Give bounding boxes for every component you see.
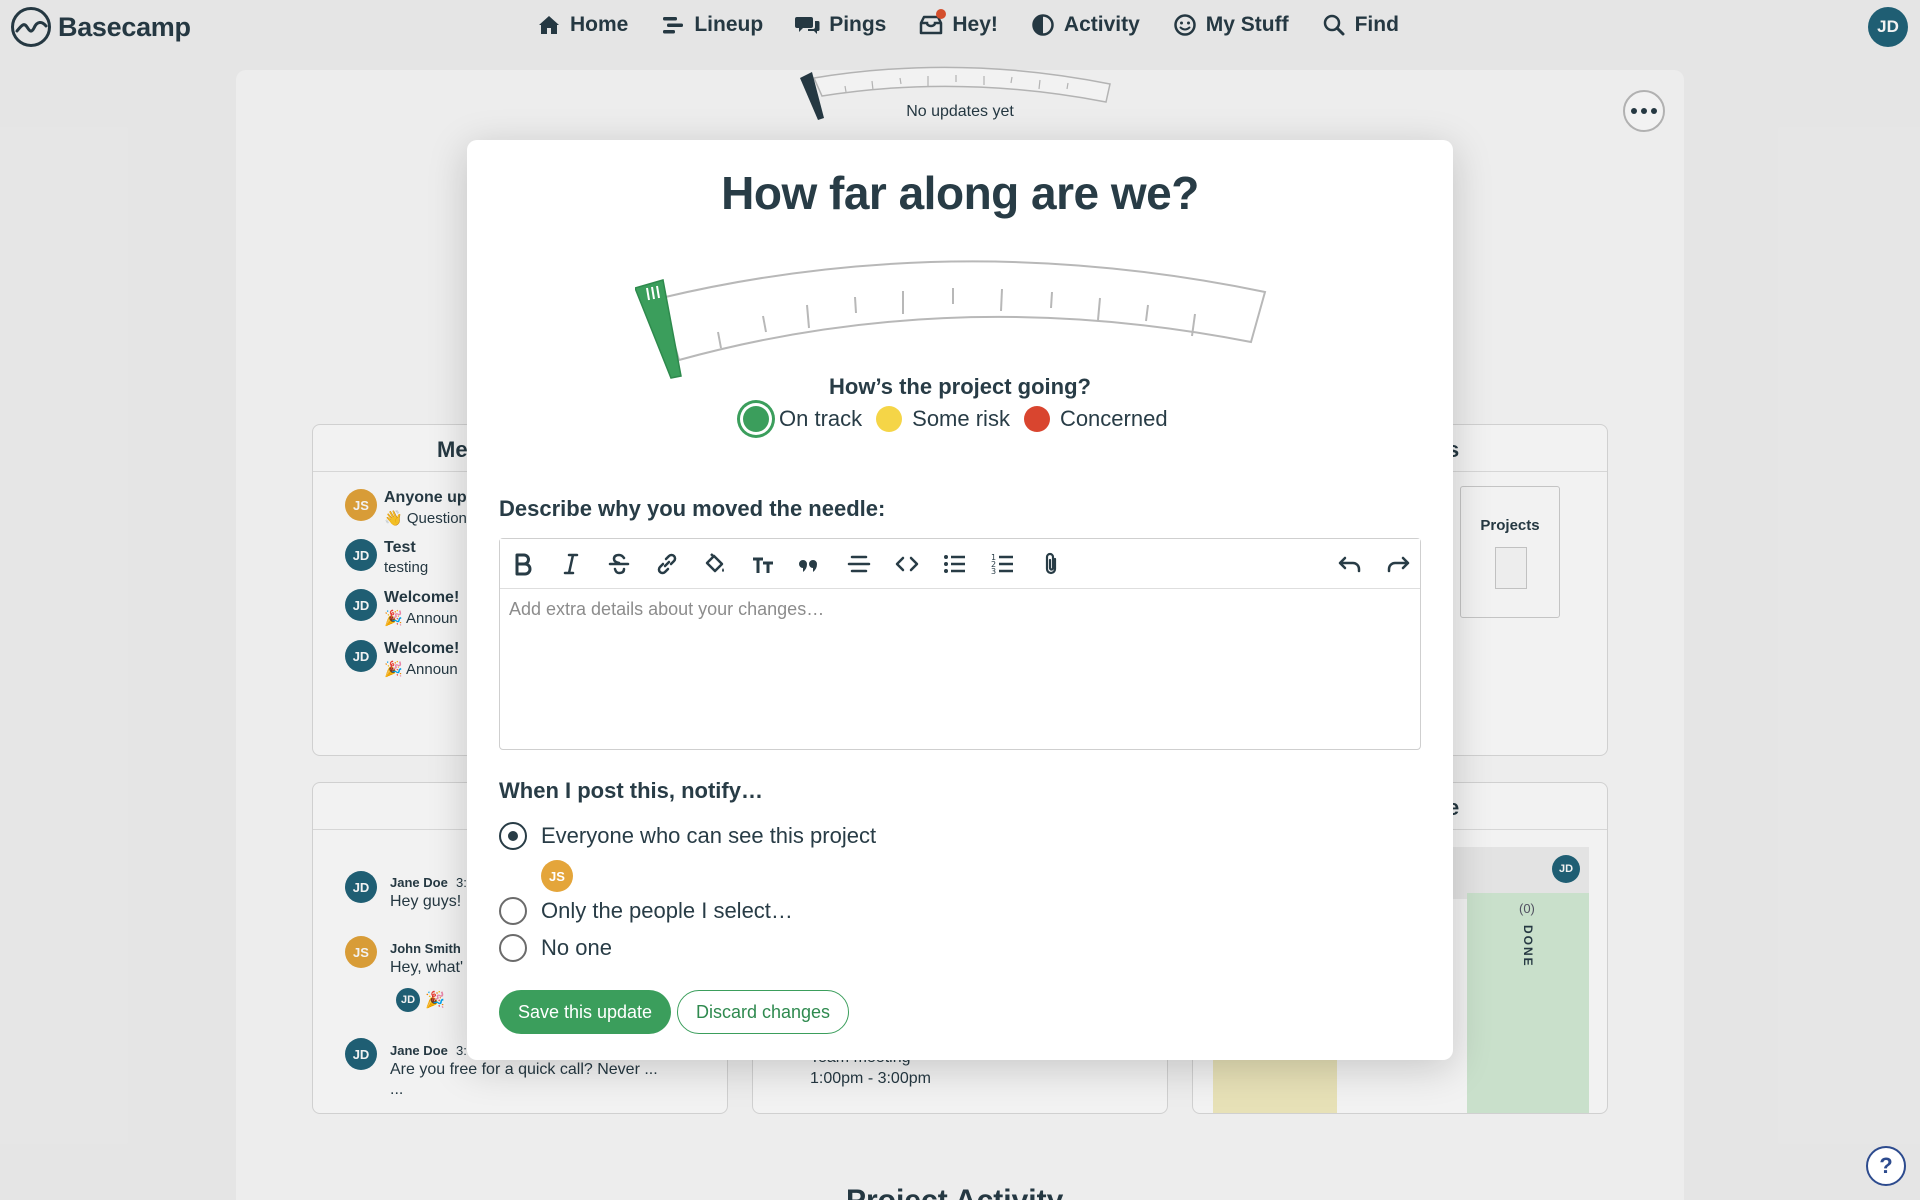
progress-update-dialog: How far along are we? How’s the project …	[467, 140, 1453, 1060]
status-dot-green	[743, 406, 769, 432]
dialog-title: How far along are we?	[721, 167, 1199, 219]
strikethrough-icon	[608, 553, 630, 575]
hill-meter[interactable]	[635, 248, 1285, 388]
discard-changes-button[interactable]: Discard changes	[677, 990, 849, 1034]
notified-person-avatar: JS	[541, 860, 573, 892]
notify-no-one-option[interactable]: No one	[499, 934, 612, 962]
quote-icon	[799, 560, 817, 572]
status-on-track[interactable]: On track	[743, 406, 862, 432]
save-update-button[interactable]: Save this update	[499, 990, 671, 1034]
undo-button[interactable]	[1335, 549, 1365, 579]
link-icon	[657, 553, 677, 575]
bullet-list-icon	[944, 555, 965, 573]
link-button[interactable]	[652, 549, 682, 579]
status-concerned[interactable]: Concerned	[1023, 406, 1168, 432]
bullet-list-button[interactable]	[940, 549, 970, 579]
code-icon	[895, 556, 919, 572]
divider-button[interactable]	[844, 549, 874, 579]
redo-icon	[1387, 556, 1410, 573]
status-some-risk[interactable]: Some risk	[876, 406, 1010, 432]
redo-button[interactable]	[1383, 549, 1413, 579]
italic-button[interactable]	[556, 549, 586, 579]
bold-icon	[515, 553, 532, 576]
rich-text-editor: 123	[499, 538, 1421, 750]
notify-selected-option[interactable]: Only the people I select…	[499, 897, 793, 925]
numbered-list-icon: 123	[991, 553, 1013, 576]
quote-button[interactable]	[796, 549, 826, 579]
status-label: Concerned	[1059, 406, 1168, 431]
italic-icon	[563, 553, 579, 575]
editor-toolbar: 123	[500, 539, 1420, 589]
help-button[interactable]: ?	[1866, 1146, 1906, 1186]
attach-file-button[interactable]	[1036, 549, 1066, 579]
radio-selected-people[interactable]	[499, 897, 527, 925]
highlight-icon	[705, 553, 724, 573]
notify-label: When I post this, notify…	[499, 778, 763, 803]
notify-everyone-option[interactable]: Everyone who can see this project	[499, 822, 876, 850]
radio-no-one[interactable]	[499, 934, 527, 962]
text-size-button[interactable]	[748, 549, 778, 579]
divider-icon	[847, 555, 871, 573]
notify-option-label: Only the people I select…	[541, 898, 793, 923]
radio-everyone[interactable]	[499, 822, 527, 850]
highlight-button[interactable]	[700, 549, 730, 579]
details-textarea[interactable]	[500, 589, 1420, 749]
numbered-list-button[interactable]: 123	[988, 549, 1018, 579]
svg-text:3: 3	[991, 567, 996, 576]
status-dot-yellow	[876, 406, 903, 432]
describe-label: Describe why you moved the needle:	[499, 496, 886, 521]
attachment-icon	[1045, 552, 1057, 575]
text-size-icon	[753, 557, 773, 573]
strikethrough-button[interactable]	[604, 549, 634, 579]
status-options: On track Some risk Concerned	[743, 406, 1168, 432]
status-dot-red	[1023, 406, 1050, 432]
notify-option-label: No one	[541, 935, 612, 960]
project-status-heading: How’s the project going?	[829, 374, 1091, 399]
notify-option-label: Everyone who can see this project	[541, 823, 877, 848]
bold-button[interactable]	[508, 549, 538, 579]
code-button[interactable]	[892, 549, 922, 579]
status-label: Some risk	[912, 406, 1010, 431]
status-label: On track	[779, 406, 863, 431]
undo-icon	[1338, 556, 1361, 573]
